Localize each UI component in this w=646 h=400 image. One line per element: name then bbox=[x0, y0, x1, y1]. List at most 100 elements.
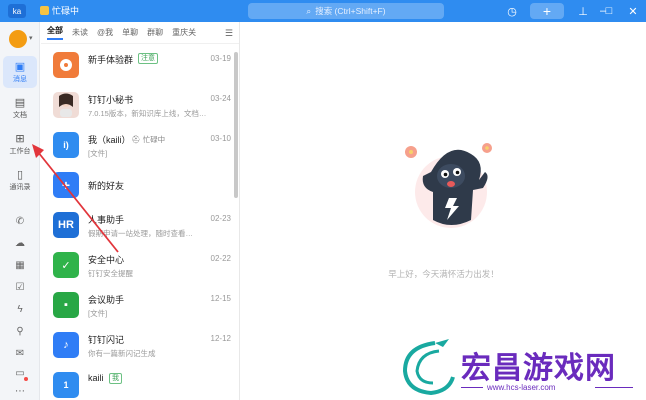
add-friend-icon: + bbox=[53, 172, 79, 198]
chat-preview: 7.0.15版本，新知识库上线，文档… bbox=[88, 109, 207, 118]
chat-name: 会议助手 bbox=[88, 295, 125, 305]
rail-item-workbench[interactable]: ⊞ 工作台 bbox=[3, 128, 37, 160]
chat-item-meeting-assistant[interactable]: ▪ 会议助手 [文件] 12-15 bbox=[41, 286, 231, 326]
chat-item-security-center[interactable]: ✓ 安全中心 钉钉安全提醒 02-22 bbox=[41, 246, 231, 286]
rail-item-label: 通讯录 bbox=[9, 183, 31, 191]
chat-item-flash-notes[interactable]: ♪ 钉钉闪记 你有一篇新闪记生成 12-12 bbox=[41, 326, 231, 366]
chat-item-kaili[interactable]: 1 kaili 我 bbox=[41, 366, 231, 400]
busy-label: 忙碌中 bbox=[142, 135, 166, 144]
calendar-icon[interactable]: ▦ bbox=[12, 258, 28, 272]
watermark-title: 宏昌游戏网 bbox=[461, 351, 616, 386]
meeting-icon: ▪ bbox=[53, 292, 79, 318]
lightning-icon[interactable]: ϟ bbox=[12, 302, 28, 316]
mascot-icon bbox=[405, 143, 492, 228]
chat-preview: 钉钉安全提醒 bbox=[88, 269, 133, 278]
history-icon[interactable]: ◷ bbox=[504, 3, 520, 19]
dragon-logo-icon bbox=[402, 339, 455, 396]
cloud-icon[interactable]: ☁ bbox=[12, 236, 28, 250]
tab-group-chat[interactable]: 群聊 bbox=[147, 27, 163, 38]
busy-status: ⛑ 忙碌中 bbox=[131, 135, 166, 144]
shield-icon: ✓ bbox=[53, 252, 79, 278]
chat-name: 钉钉小秘书 bbox=[88, 95, 134, 105]
maximize-icon[interactable]: □ bbox=[602, 3, 616, 19]
todo-icon[interactable]: ☑ bbox=[12, 280, 28, 294]
chat-item-secretary[interactable]: 钉钉小秘书 7.0.15版本，新知识库上线，文档… 03-24 bbox=[41, 86, 231, 126]
greeting-text: 早上好，今天满怀活力出发！ bbox=[388, 269, 499, 279]
link-icon[interactable]: ⚲ bbox=[12, 324, 28, 338]
search-placeholder: 搜索 (Ctrl+Shift+F) bbox=[315, 6, 386, 16]
mail-icon[interactable]: ✉ bbox=[12, 346, 28, 360]
message-icon: ▣ bbox=[14, 60, 26, 73]
watermark: 宏昌游戏网 www.hcs-laser.com bbox=[395, 335, 646, 400]
kaili-avatar: 1 bbox=[53, 372, 79, 398]
plus-icon: + bbox=[542, 3, 552, 19]
self-avatar: i) bbox=[53, 132, 79, 158]
hr-avatar: HR bbox=[53, 212, 79, 238]
chat-time: 12-12 bbox=[210, 334, 231, 343]
tab-mentions[interactable]: @我 bbox=[97, 27, 113, 38]
phone-icon[interactable]: ✆ bbox=[12, 214, 28, 228]
person-photo-icon bbox=[59, 93, 73, 117]
rail-item-label: 工作台 bbox=[9, 147, 31, 155]
chat-item-newbie-group[interactable]: 新手体验群 注意 03-19 bbox=[41, 46, 231, 86]
mascot-illustration bbox=[399, 132, 499, 237]
chat-tag: 注意 bbox=[138, 53, 158, 64]
chat-preview: 你有一篇新闪记生成 bbox=[88, 349, 156, 358]
chat-item-hr-assistant[interactable]: HR 人事助手 假期申请一站处理，随时查看… 02-23 bbox=[41, 206, 231, 246]
chat-name: 我（kaili） bbox=[88, 135, 131, 145]
chat-list-scrollbar[interactable] bbox=[234, 52, 238, 198]
chevron-down-icon[interactable]: ▾ bbox=[29, 34, 33, 42]
workbench-icon: ⊞ bbox=[15, 132, 25, 145]
rail-item-label: 消息 bbox=[13, 75, 27, 83]
more-icon[interactable]: ⋯ bbox=[12, 384, 28, 398]
chat-time: 03-24 bbox=[210, 94, 231, 103]
status-indicator[interactable]: 忙碌中 bbox=[40, 4, 79, 17]
search-icon: ⌕ bbox=[306, 5, 312, 16]
tab-unread[interactable]: 未读 bbox=[72, 27, 88, 38]
rail-item-messages[interactable]: ▣ 消息 bbox=[3, 56, 37, 88]
rail-item-documents[interactable]: ▤ 文档 bbox=[3, 92, 37, 124]
search-input[interactable]: ⌕ 搜索 (Ctrl+Shift+F) bbox=[248, 3, 444, 19]
chat-item-new-friends[interactable]: + 新的好友 bbox=[41, 166, 231, 206]
group-avatar bbox=[53, 52, 79, 78]
profile-avatar[interactable] bbox=[9, 30, 27, 48]
tab-custom[interactable]: 重庆关 bbox=[172, 27, 196, 38]
contacts-icon: ▯ bbox=[16, 168, 24, 181]
rail-item-contacts[interactable]: ▯ 通讯录 bbox=[3, 164, 37, 196]
chat-time: 03-10 bbox=[210, 134, 231, 143]
rail-item-label: 文档 bbox=[13, 111, 27, 119]
chat-time: 02-23 bbox=[210, 214, 231, 223]
watermark-rule-left bbox=[461, 387, 483, 388]
chat-name: 新手体验群 bbox=[88, 55, 134, 65]
notification-dot bbox=[24, 377, 28, 381]
close-icon[interactable]: ✕ bbox=[625, 3, 641, 19]
chat-item-self[interactable]: i) 我（kaili） ⛑ 忙碌中 [文件] 03-10 bbox=[41, 126, 231, 166]
tab-all[interactable]: 全部 bbox=[47, 25, 63, 40]
chat-filter-tabs: 全部 未读 @我 单聊 群聊 重庆关 ☰ bbox=[41, 22, 239, 44]
chat-name: 安全中心 bbox=[88, 255, 125, 265]
chat-time: 02-22 bbox=[210, 254, 231, 263]
chat-list-panel: 全部 未读 @我 单聊 群聊 重庆关 ☰ 新手体验群 注意 03-19 钉钉小秘… bbox=[41, 22, 240, 400]
navigation-rail: ▾ ▣ 消息 ▤ 文档 ⊞ 工作台 ▯ 通讯录 ✆ ☁ ▦ ☑ ϟ ⚲ ✉ ▭ … bbox=[0, 22, 40, 400]
chat-preview: 假期申请一站处理，随时查看… bbox=[88, 229, 193, 238]
user-avatar[interactable]: ka bbox=[8, 4, 26, 18]
chat-time: 12-15 bbox=[210, 294, 231, 303]
pin-icon[interactable]: ⊥ bbox=[575, 3, 591, 19]
chat-bubble-icon bbox=[60, 59, 72, 71]
chat-name: 人事助手 bbox=[88, 215, 125, 225]
plus-button[interactable]: + bbox=[530, 3, 564, 19]
microphone-icon: ♪ bbox=[53, 332, 79, 358]
status-icon bbox=[40, 6, 49, 15]
menu-icon[interactable]: ☰ bbox=[225, 28, 233, 39]
document-icon: ▤ bbox=[14, 96, 26, 109]
chat-time: 03-19 bbox=[210, 54, 231, 63]
secretary-avatar bbox=[53, 92, 79, 118]
chat-preview: [文件] bbox=[88, 309, 108, 318]
status-label: 忙碌中 bbox=[52, 6, 80, 16]
chat-name: 新的好友 bbox=[88, 181, 125, 191]
chat-tag: 我 bbox=[109, 373, 122, 384]
title-bar: ka 忙碌中 ⌕ 搜索 (Ctrl+Shift+F) ◷ + ⊥ – □ ✕ bbox=[0, 0, 646, 22]
chat-name: 钉钉闪记 bbox=[88, 335, 125, 345]
tab-single-chat[interactable]: 单聊 bbox=[122, 27, 138, 38]
watermark-rule-right bbox=[595, 387, 633, 388]
